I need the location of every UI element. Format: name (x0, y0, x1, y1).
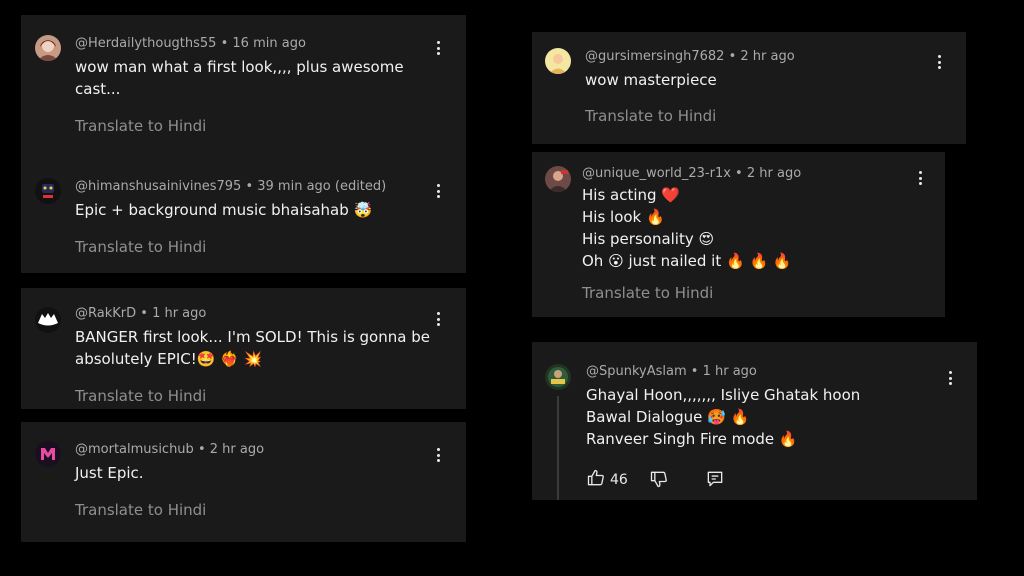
comment-line: His personality 😍 (582, 230, 715, 248)
user-avatar[interactable] (35, 35, 61, 61)
user-avatar[interactable] (35, 307, 61, 333)
comment-meta: @SpunkyAslam • 1 hr ago (586, 364, 757, 379)
comment-meta: @mortalmusichub • 2 hr ago (75, 442, 265, 457)
comment-line: BANGER first look... I'm SOLD! This is g… (75, 328, 430, 346)
reply-icon (705, 469, 725, 493)
comment-card-3: @mortalmusichub • 2 hr ago Just Epic. Tr… (21, 422, 466, 542)
username[interactable]: @RakKrD (75, 306, 136, 321)
comment-text: Ghayal Hoon,,,,,,, Isliye Ghatak hoon Ba… (586, 384, 860, 450)
like-button[interactable]: 46 (586, 468, 628, 492)
translate-button[interactable]: Translate to Hindi (585, 107, 716, 125)
comment-text: Just Epic. (75, 462, 144, 484)
username[interactable]: @himanshusainivines795 (75, 179, 241, 194)
comment-line: cast... (75, 80, 121, 98)
dislike-button[interactable] (649, 469, 669, 493)
more-vert-icon[interactable] (931, 53, 947, 71)
comment-line: Ghayal Hoon,,,,,,, Isliye Ghatak hoon (586, 386, 861, 404)
comment-card-4: @gursimersingh7682 • 2 hr ago wow master… (532, 32, 966, 144)
comment-card-5: @unique_world_23-r1x • 2 hr ago His acti… (532, 152, 945, 317)
comment-text: BANGER first look... I'm SOLD! This is g… (75, 326, 430, 370)
comment-text: wow masterpiece (585, 69, 717, 91)
thread-line (557, 396, 559, 500)
timestamp[interactable]: 2 hr ago (740, 49, 794, 64)
comment-meta: @gursimersingh7682 • 2 hr ago (585, 49, 795, 64)
more-vert-icon[interactable] (430, 39, 446, 57)
thumb-down-icon (649, 469, 669, 493)
comment-card-2: @RakKrD • 1 hr ago BANGER first look... … (21, 288, 466, 409)
comment-line: His acting ❤️ (582, 186, 680, 204)
more-vert-icon[interactable] (430, 182, 446, 200)
timestamp[interactable]: 1 hr ago (152, 306, 206, 321)
timestamp[interactable]: 2 hr ago (210, 442, 264, 457)
comment-line: Epic + background music bhaisahab 🤯 (75, 201, 373, 219)
username[interactable]: @unique_world_23-r1x (582, 166, 731, 181)
translate-button[interactable]: Translate to Hindi (75, 501, 206, 519)
translate-button[interactable]: Translate to Hindi (75, 238, 206, 256)
comment-line: His look 🔥 (582, 208, 665, 226)
user-avatar[interactable] (545, 166, 571, 192)
user-avatar[interactable] (35, 441, 61, 467)
more-vert-icon[interactable] (912, 169, 928, 187)
comment-text: Epic + background music bhaisahab 🤯 (75, 199, 372, 221)
comment-meta: @RakKrD • 1 hr ago (75, 306, 207, 321)
translate-button[interactable]: Translate to Hindi (75, 117, 206, 135)
timestamp[interactable]: 2 hr ago (747, 166, 801, 181)
reply-button[interactable] (705, 469, 725, 493)
comment-card-6: @SpunkyAslam • 1 hr ago Ghayal Hoon,,,,,… (532, 342, 977, 500)
comment-line: Ranveer Singh Fire mode 🔥 (586, 430, 798, 448)
more-vert-icon[interactable] (942, 369, 958, 387)
timestamp[interactable]: 16 min ago (232, 36, 306, 51)
comment-text: wow man what a first look,,,, plus aweso… (75, 56, 404, 100)
timestamp[interactable]: 1 hr ago (703, 364, 757, 379)
comment-line: Bawal Dialogue 🥵 🔥 (586, 408, 750, 426)
comment-meta: @unique_world_23-r1x • 2 hr ago (582, 166, 802, 181)
comment-line: Oh 😮 just nailed it 🔥 🔥 🔥 (582, 252, 792, 270)
user-avatar[interactable] (545, 48, 571, 74)
comment-text: His acting ❤️ His look 🔥 His personality… (582, 184, 792, 272)
user-avatar[interactable] (35, 178, 61, 204)
username[interactable]: @gursimersingh7682 (585, 49, 724, 64)
comment-line: wow masterpiece (585, 71, 717, 89)
comment-line: wow man what a first look,,,, plus aweso… (75, 58, 404, 76)
username[interactable]: @mortalmusichub (75, 442, 194, 457)
username[interactable]: @SpunkyAslam (586, 364, 687, 379)
like-count: 46 (610, 472, 628, 488)
comment-card-1: @Herdailythougths55 • 16 min ago wow man… (21, 15, 466, 273)
comment-line: Just Epic. (75, 464, 144, 482)
user-avatar[interactable] (545, 364, 571, 390)
translate-button[interactable]: Translate to Hindi (75, 387, 206, 405)
comment-meta: @himanshusainivines795 • 39 min ago (edi… (75, 179, 387, 194)
more-vert-icon[interactable] (430, 310, 446, 328)
thumb-up-icon (586, 468, 606, 492)
translate-button[interactable]: Translate to Hindi (582, 284, 713, 302)
username[interactable]: @Herdailythougths55 (75, 36, 216, 51)
more-vert-icon[interactable] (430, 446, 446, 464)
comment-meta: @Herdailythougths55 • 16 min ago (75, 36, 306, 51)
timestamp[interactable]: 39 min ago (edited) (257, 179, 386, 194)
comment-line: absolutely EPIC!🤩 ❤️‍🔥 💥 (75, 350, 263, 368)
